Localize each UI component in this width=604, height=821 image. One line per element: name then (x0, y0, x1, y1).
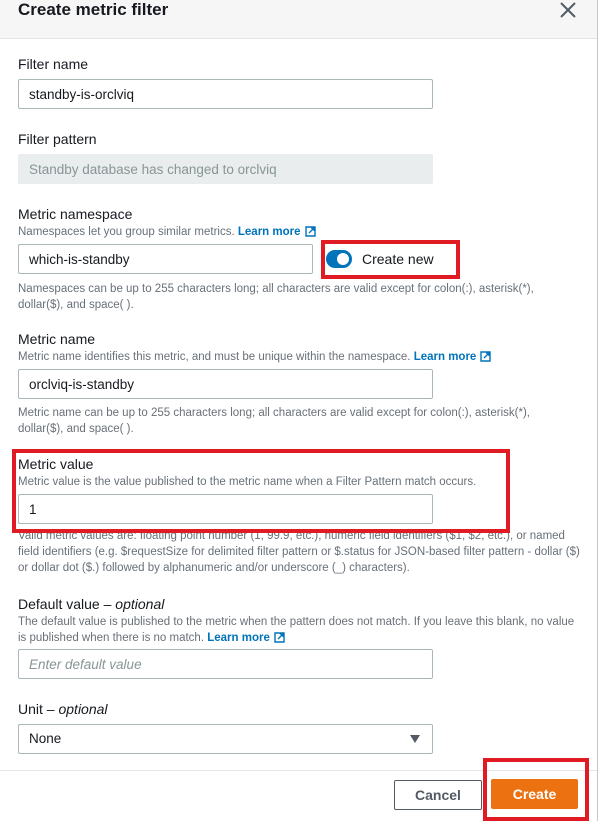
namespace-learn-more-link[interactable]: Learn more (238, 226, 316, 238)
metric-name-label: Metric name (18, 331, 96, 347)
cancel-button[interactable]: Cancel (394, 780, 482, 810)
metric-namespace-constraint: Namespaces can be up to 255 characters l… (18, 283, 534, 311)
default-value-description-text: The default value is published to the me… (18, 616, 575, 644)
optional-tag: optional (115, 596, 165, 612)
default-value-input[interactable] (18, 649, 433, 679)
metric-namespace-input[interactable] (18, 244, 313, 274)
metric-name-input[interactable] (18, 369, 433, 399)
learn-more-label: Learn more (207, 632, 270, 644)
filter-pattern-input (18, 154, 433, 184)
default-value-label-text: Default value (18, 596, 100, 612)
create-new-toggle-label[interactable]: Create new (362, 251, 434, 267)
external-link-icon (480, 351, 492, 362)
metric-namespace-description-text: Namespaces let you group similar metrics… (18, 226, 235, 238)
metric-name-description-text: Metric name identifies this metric, and … (18, 351, 411, 363)
create-new-toggle[interactable] (326, 250, 352, 268)
metric-namespace-description: Namespaces let you group similar metrics… (18, 224, 316, 240)
modal-title: Create metric filter (18, 0, 169, 19)
learn-more-label: Learn more (237, 226, 301, 238)
filter-pattern-label: Filter pattern (18, 131, 97, 147)
unit-select[interactable]: None (18, 724, 433, 754)
metric-name-constraint: Metric name can be up to 255 characters … (18, 407, 530, 435)
metric-value-description: Metric value is the value published to t… (18, 476, 477, 488)
default-value-description: The default value is published to the me… (18, 614, 583, 646)
unit-selected-value: None (29, 731, 62, 746)
toggle-knob (337, 253, 349, 265)
caret-down-icon (410, 735, 420, 743)
create-metric-filter-modal: Create metric filter Filter name Filter … (0, 0, 598, 821)
filter-name-label: Filter name (18, 56, 89, 72)
close-icon[interactable] (559, 1, 577, 19)
default-value-label: Default value – optional (18, 596, 165, 612)
modal-header: Create metric filter (0, 0, 597, 39)
footer-divider (0, 770, 597, 771)
external-link-icon (274, 632, 285, 643)
external-link-icon (304, 226, 316, 237)
learn-more-label: Learn more (413, 351, 477, 363)
filter-name-input[interactable] (18, 79, 433, 109)
optional-tag: optional (58, 701, 108, 717)
default-value-learn-more-link[interactable]: Learn more (207, 632, 285, 644)
metric-value-constraint: Valid metric values are: floating point … (18, 530, 580, 574)
create-button[interactable]: Create (491, 779, 578, 809)
metric-name-learn-more-link[interactable]: Learn more (414, 351, 492, 363)
metric-value-input[interactable] (18, 494, 433, 524)
unit-label: Unit – optional (18, 701, 108, 717)
metric-name-description: Metric name identifies this metric, and … (18, 349, 492, 365)
metric-value-label: Metric value (18, 456, 94, 472)
metric-namespace-label: Metric namespace (18, 206, 133, 222)
unit-label-text: Unit (18, 701, 43, 717)
